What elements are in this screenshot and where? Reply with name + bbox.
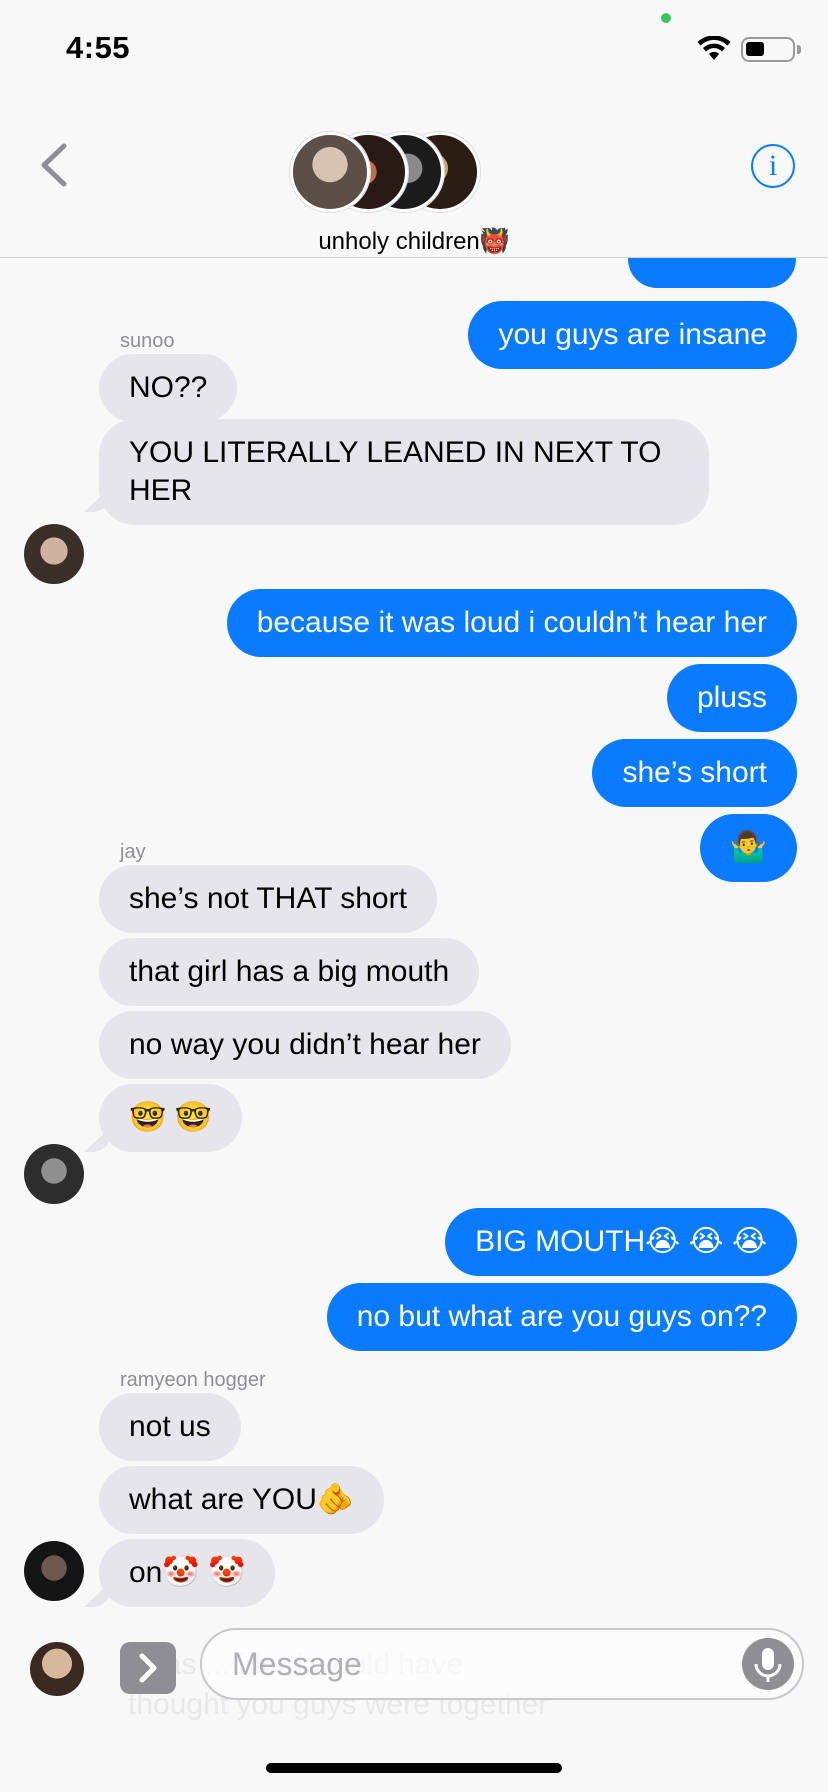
back-chevron-icon[interactable]: [36, 140, 76, 190]
sender-name: jay: [120, 841, 146, 863]
bubble-tail: [84, 1581, 112, 1607]
message-bubble-incoming[interactable]: on🤡 🤡: [99, 1539, 276, 1607]
message-bubble-incoming[interactable]: YOU LITERALLY LEANED IN NEXT TO HER: [99, 419, 709, 525]
message-bubble-outgoing[interactable]: no but what are you guys on??: [326, 1283, 797, 1351]
avatar[interactable]: [24, 1541, 84, 1601]
message-bubble-outgoing[interactable]: pluss: [666, 664, 797, 732]
group-avatars[interactable]: [288, 132, 488, 216]
avatar[interactable]: [30, 1642, 84, 1696]
message-bubble-incoming[interactable]: not us: [99, 1393, 241, 1461]
status-bar: 4:55: [0, 0, 828, 96]
message-bubble-incoming[interactable]: she’s not THAT short: [99, 865, 437, 933]
chevron-right-icon: [139, 1653, 157, 1683]
message-bubble-incoming[interactable]: no way you didn’t hear her: [99, 1011, 511, 1079]
microphone-icon: [754, 1648, 782, 1682]
sender-name: sunoo: [120, 330, 175, 352]
message-bubble-incoming[interactable]: NO??: [99, 354, 238, 422]
status-time: 4:55: [66, 30, 131, 65]
conversation-header: unholy children👹 i: [0, 96, 828, 258]
avatar[interactable]: [24, 524, 84, 584]
group-name[interactable]: unholy children👹: [0, 227, 828, 256]
avatar[interactable]: [24, 1144, 84, 1204]
battery-icon: [741, 37, 801, 62]
message-bubble-outgoing[interactable]: because it was loud i couldn’t hear her: [226, 589, 797, 657]
info-icon[interactable]: i: [751, 144, 795, 188]
message-bubble-outgoing[interactable]: 🤷‍♂️: [699, 814, 797, 882]
message-input[interactable]: Message: [200, 1628, 804, 1700]
bubble-tail: [84, 1126, 112, 1152]
camera-indicator-dot: [661, 13, 671, 23]
message-bubble-outgoing[interactable]: [628, 258, 796, 288]
message-bubble-incoming[interactable]: what are YOU🫵: [99, 1466, 385, 1534]
message-bubble-outgoing[interactable]: she’s short: [592, 739, 797, 807]
avatar: [290, 132, 370, 212]
microphone-button[interactable]: [742, 1638, 794, 1690]
wifi-icon: [697, 36, 731, 60]
message-bubble-incoming[interactable]: 🤓 🤓: [99, 1084, 243, 1152]
home-indicator[interactable]: [266, 1763, 562, 1773]
message-bubble-incoming[interactable]: that girl has a big mouth: [99, 938, 480, 1006]
message-bubble-outgoing[interactable]: you guys are insane: [468, 301, 797, 369]
message-list: you guys are insane sunoo NO?? YOU LITER…: [0, 258, 828, 1620]
apps-chevron-button[interactable]: [120, 1642, 176, 1694]
message-placeholder: Message: [232, 1646, 362, 1682]
sender-name: ramyeon hogger: [120, 1369, 266, 1391]
message-bubble-outgoing[interactable]: BIG MOUTH😭 😭 😭: [445, 1208, 797, 1276]
